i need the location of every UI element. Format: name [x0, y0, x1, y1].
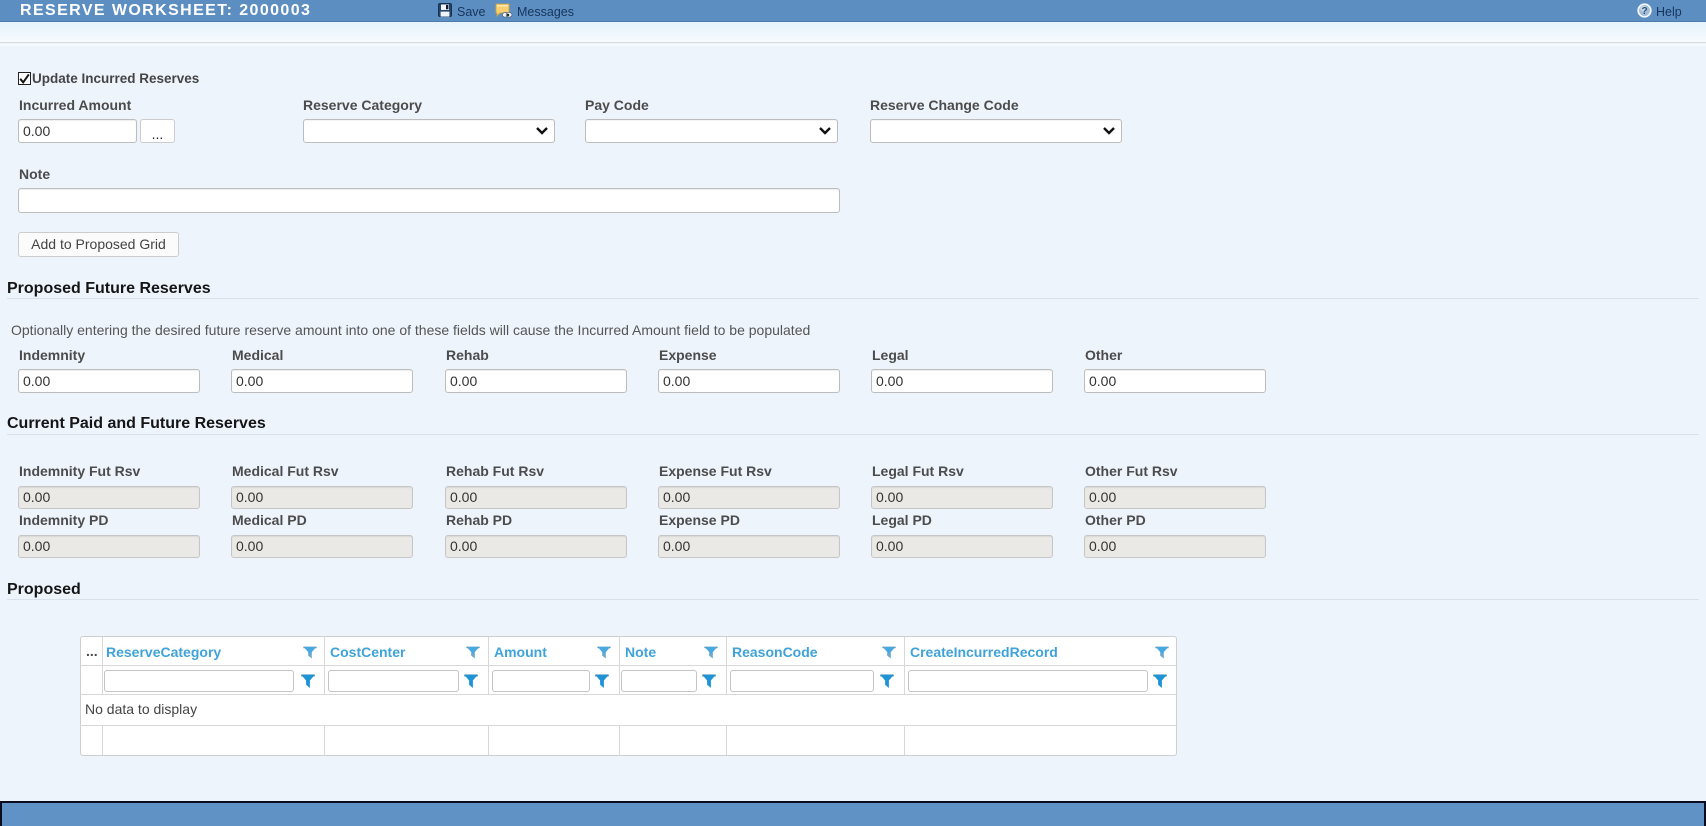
svg-text:?: ? [1641, 6, 1647, 17]
